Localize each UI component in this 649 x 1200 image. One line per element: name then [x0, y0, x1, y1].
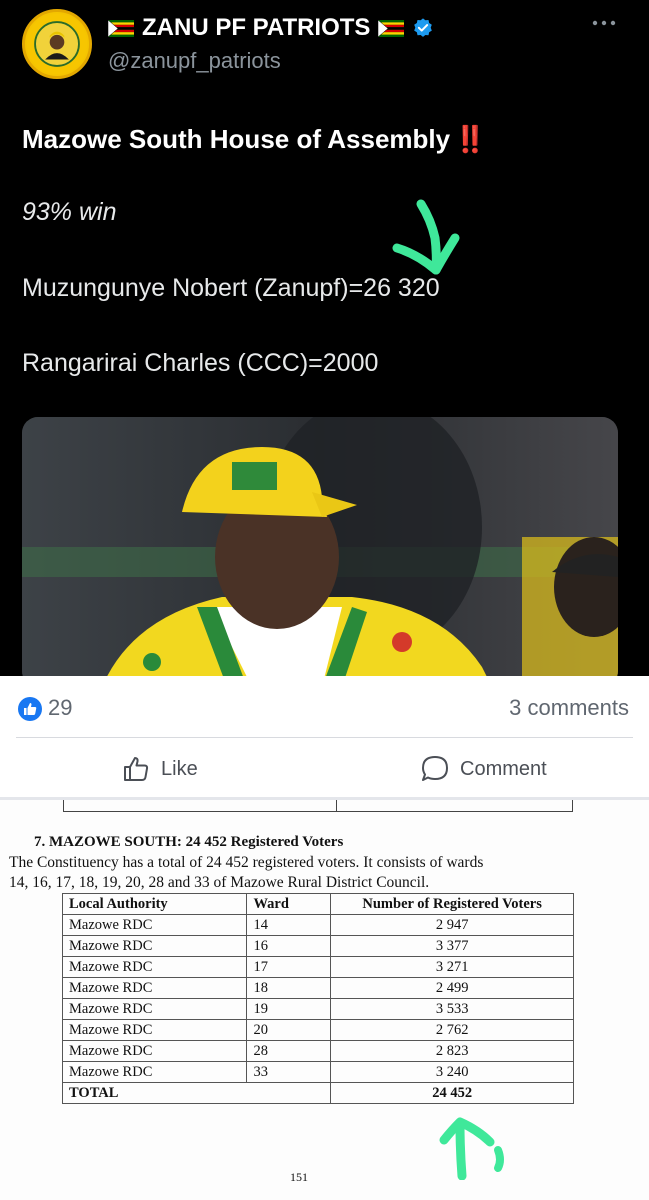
- column-header: Ward: [246, 893, 332, 915]
- like-button[interactable]: Like: [121, 754, 198, 784]
- ward-cell: 16: [246, 935, 332, 957]
- paragraph-line-2: 14, 16, 17, 18, 19, 20, 28 and 33 of Maz…: [9, 874, 430, 891]
- voters-cell: 3 271: [330, 956, 574, 978]
- comment-button-label: Comment: [460, 757, 547, 780]
- authority-cell: Mazowe RDC: [61, 914, 248, 936]
- authority-cell: Mazowe RDC: [61, 1061, 248, 1083]
- voters-cell: 2 762: [330, 1019, 574, 1041]
- tweet-photo[interactable]: [22, 417, 618, 676]
- ward-cell: 33: [246, 1061, 332, 1083]
- table-row: Mazowe RDC 19 3 533: [61, 998, 574, 1020]
- authority-cell: Mazowe RDC: [61, 998, 248, 1020]
- annotation-arrow-down-icon: [392, 199, 460, 275]
- authority-cell: Mazowe RDC: [61, 1040, 248, 1062]
- avatar-logo: [26, 13, 88, 75]
- double-exclamation-icon: ‼️: [454, 124, 486, 154]
- ward-cell: 18: [246, 977, 332, 999]
- like-count[interactable]: 29: [48, 695, 72, 721]
- tweet-card: ZANU PF PATRIOTS @zanupf_patriots Mazowe…: [0, 0, 649, 676]
- comments-count[interactable]: 3 comments: [509, 695, 629, 721]
- annotation-arrow-up-icon: [439, 1117, 504, 1180]
- table-row: Mazowe RDC 16 3 377: [61, 935, 574, 957]
- display-name-text: ZANU PF PATRIOTS: [142, 14, 371, 41]
- candidate-charles-result: Rangarirai Charles (CCC)=2000: [22, 349, 379, 377]
- voters-cell: 2 499: [330, 977, 574, 999]
- total-row: TOTAL 24 452: [61, 1082, 574, 1104]
- authority-cell: Mazowe RDC: [61, 956, 248, 978]
- profile-avatar[interactable]: [22, 9, 92, 79]
- page-number: 151: [290, 1170, 308, 1184]
- voters-cell: 2 823: [330, 1040, 574, 1062]
- zimbabwe-flag-icon: [108, 19, 134, 37]
- voters-cell: 2 947: [330, 914, 574, 936]
- table-row: Mazowe RDC 33 3 240: [61, 1061, 574, 1083]
- ward-cell: 19: [246, 998, 332, 1020]
- table-row: Mazowe RDC 28 2 823: [61, 1040, 574, 1062]
- voters-cell: 3 377: [330, 935, 574, 957]
- tweet-title-text: Mazowe South House of Assembly: [22, 124, 451, 154]
- comment-bubble-icon: [422, 756, 448, 781]
- table-row: Mazowe RDC 14 2 947: [61, 914, 574, 936]
- column-header: Number of Registered Voters: [330, 893, 574, 915]
- tweet-title: Mazowe South House of Assembly ‼️: [22, 124, 487, 155]
- ward-cell: 28: [246, 1040, 332, 1062]
- authority-cell: Mazowe RDC: [61, 1019, 248, 1041]
- authority-cell: Mazowe RDC: [61, 977, 248, 999]
- like-button-label: Like: [161, 757, 198, 780]
- ward-cell: 17: [246, 956, 332, 978]
- zimbabwe-flag-icon: [378, 19, 405, 37]
- total-label: TOTAL: [61, 1082, 332, 1104]
- constituency-paragraph: The Constituency has a total of 24 452 r…: [9, 853, 609, 893]
- table-row: Mazowe RDC 20 2 762: [61, 1019, 574, 1041]
- voters-cell: 3 533: [330, 998, 574, 1020]
- display-name[interactable]: ZANU PF PATRIOTS: [108, 14, 434, 42]
- win-percentage-text: 93% win: [22, 198, 117, 226]
- ward-cell: 20: [246, 1019, 332, 1041]
- total-value: 24 452: [330, 1082, 574, 1104]
- comment-button[interactable]: Comment: [420, 754, 547, 784]
- table-header-row: Local Authority Ward Number of Registere…: [61, 893, 574, 915]
- paragraph-line-1: The Constituency has a total of 24 452 r…: [9, 854, 484, 871]
- reaction-bar: 29 3 comments Like Comment: [0, 676, 649, 800]
- more-options-icon[interactable]: [592, 18, 616, 28]
- table-row: Mazowe RDC 17 3 271: [61, 956, 574, 978]
- divider: [16, 737, 633, 738]
- column-header: Local Authority: [61, 893, 248, 915]
- candidate-nobert-result: Muzungunye Nobert (Zanupf)=26 320: [22, 274, 440, 302]
- verified-badge-icon: [414, 18, 433, 37]
- previous-table-fragment: [63, 800, 573, 812]
- photo-of-man-in-yellow-cap: [22, 417, 618, 676]
- document-excerpt: 7. MAZOWE SOUTH: 24 452 Registered Voter…: [0, 800, 649, 1200]
- table-row: Mazowe RDC 18 2 499: [61, 977, 574, 999]
- authority-cell: Mazowe RDC: [61, 935, 248, 957]
- section-heading: 7. MAZOWE SOUTH: 24 452 Registered Voter…: [34, 834, 344, 850]
- like-reaction-icon[interactable]: [18, 697, 42, 721]
- account-handle[interactable]: @zanupf_patriots: [108, 48, 281, 74]
- voters-cell: 3 240: [330, 1061, 574, 1083]
- registered-voters-table: Local Authority Ward Number of Registere…: [61, 893, 574, 1104]
- thumbs-up-icon: [124, 757, 149, 781]
- ward-cell: 14: [246, 914, 332, 936]
